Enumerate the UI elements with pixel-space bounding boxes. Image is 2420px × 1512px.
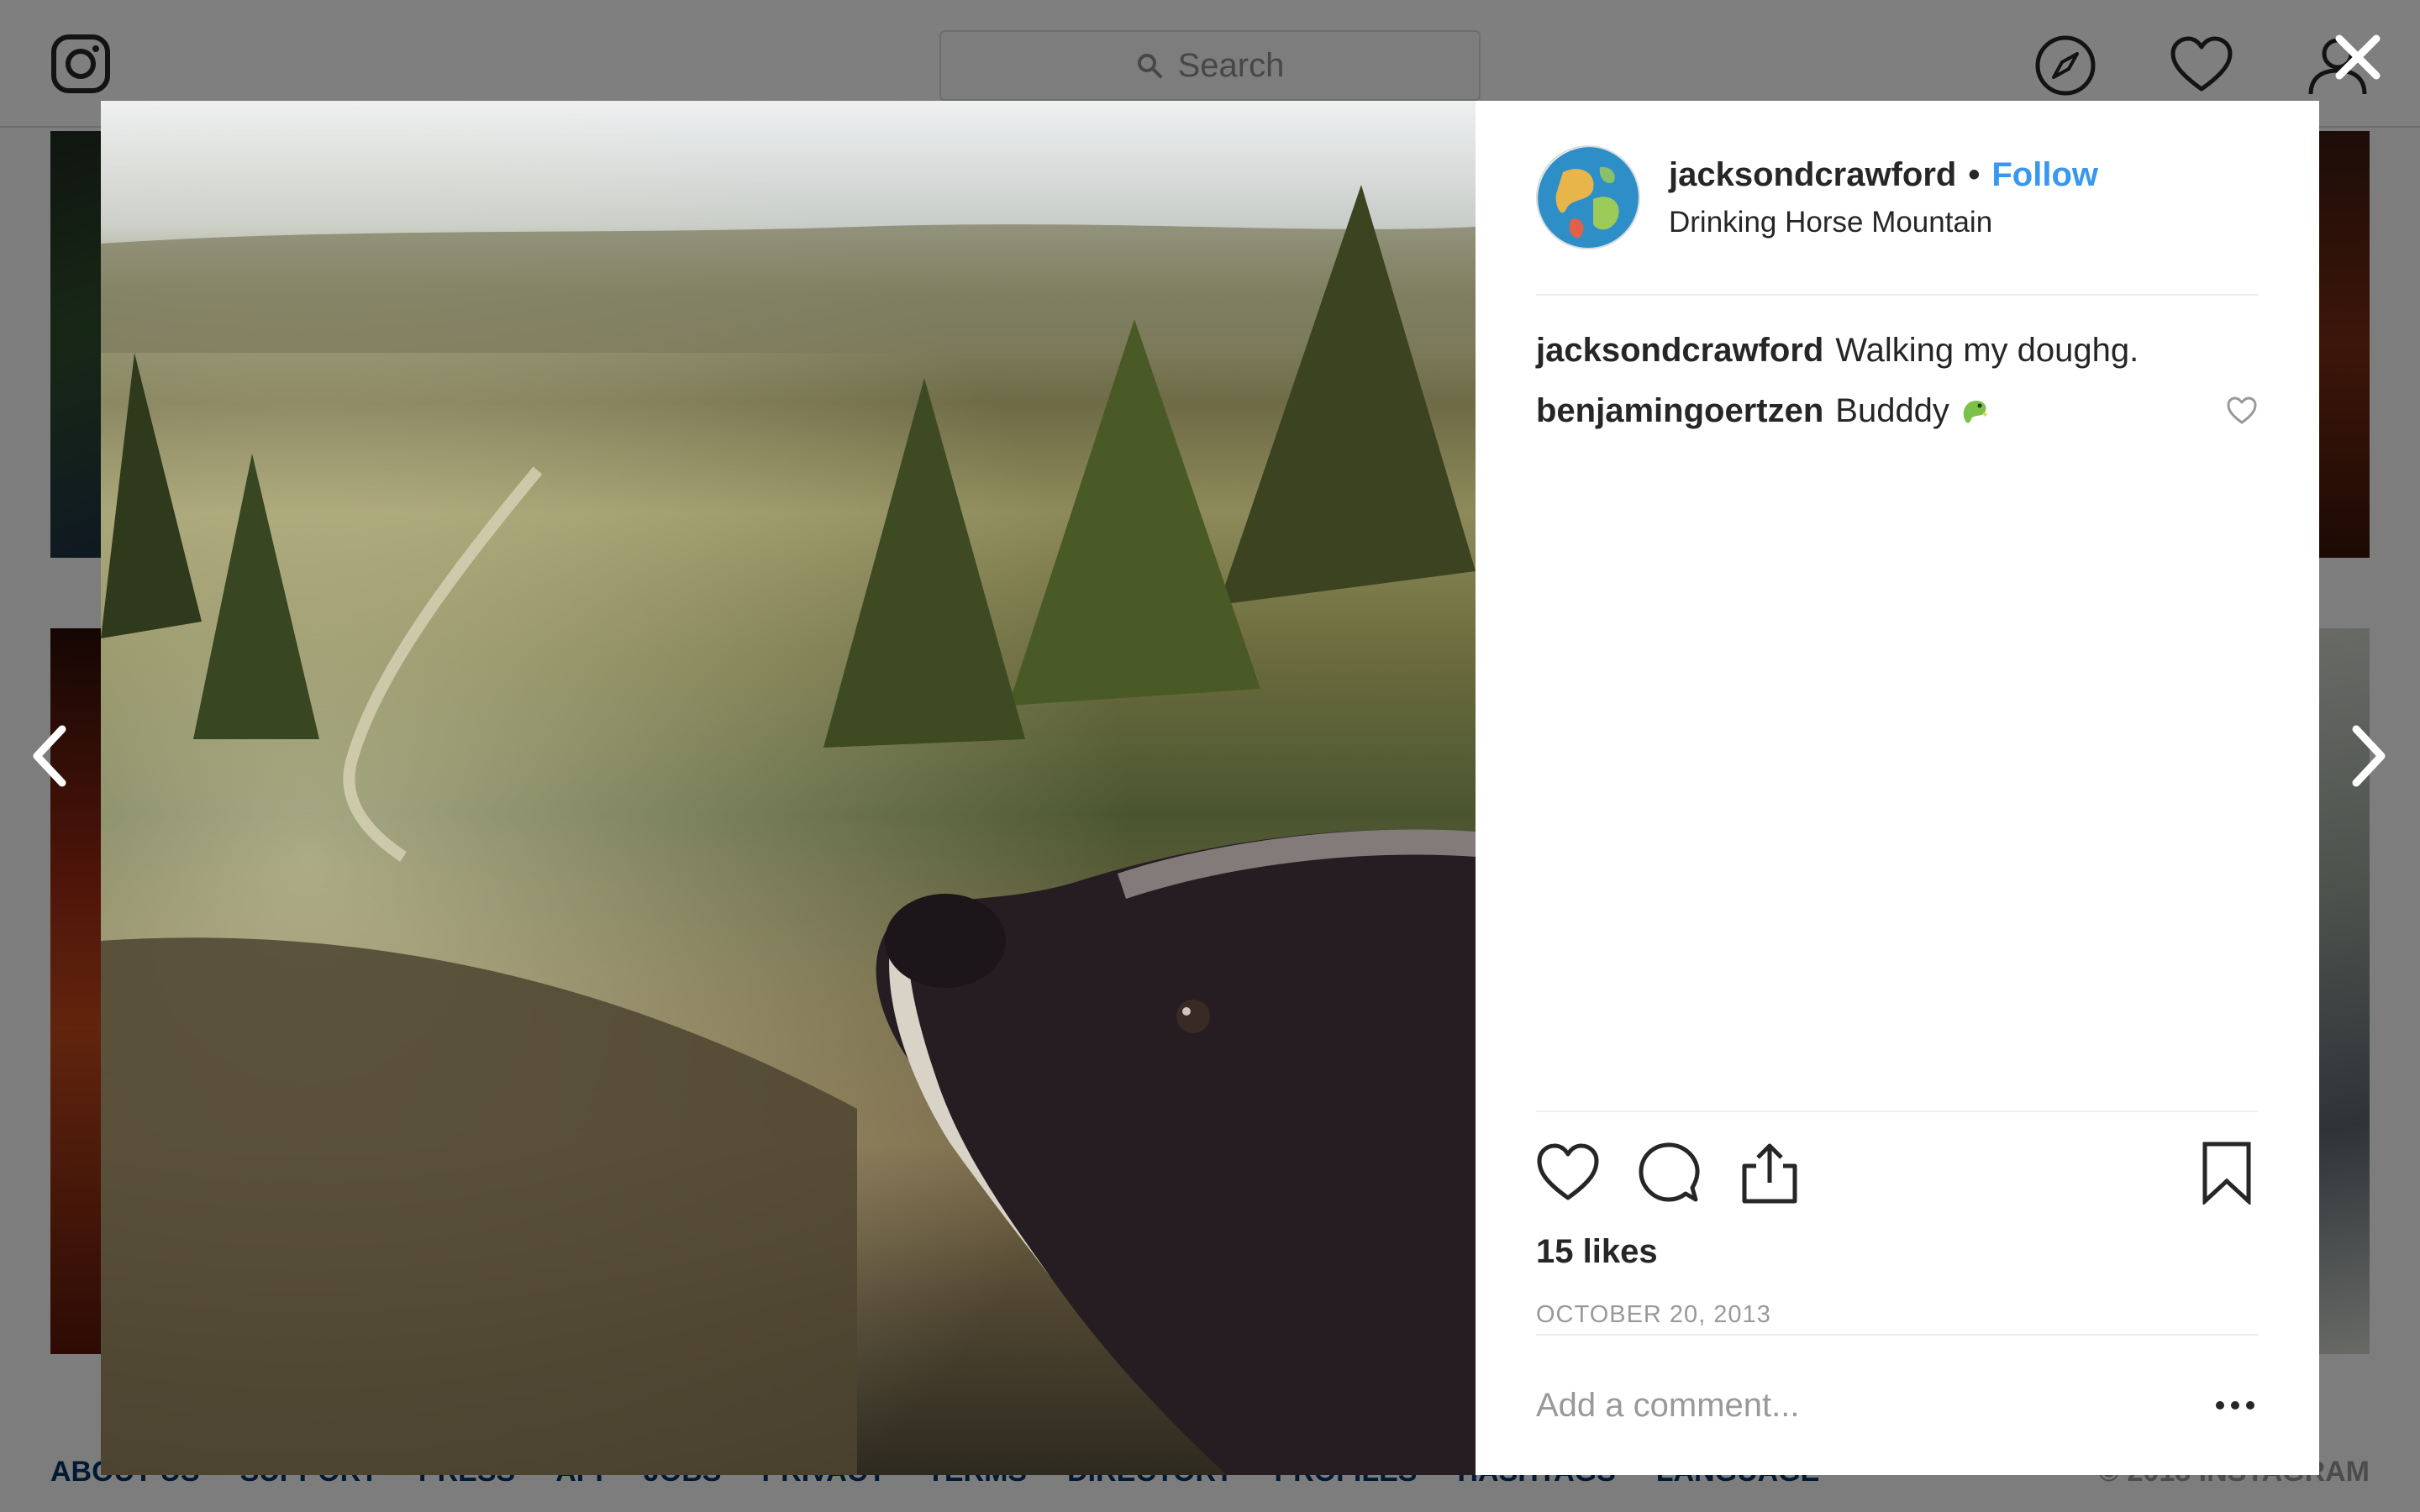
- post-location[interactable]: Drinking Horse Mountain: [1669, 206, 2098, 239]
- action-icon-row: [1536, 1137, 2259, 1208]
- chevron-left-icon[interactable]: [25, 722, 76, 790]
- more-horizontal-icon[interactable]: [2212, 1389, 2259, 1422]
- comment-text: Walking my doughg.: [1835, 332, 2139, 369]
- like-count[interactable]: 15 likes: [1536, 1233, 2259, 1271]
- follow-button[interactable]: Follow: [1991, 156, 2098, 194]
- bookmark-icon[interactable]: [2195, 1141, 2259, 1205]
- comment-username[interactable]: benjamingoertzen: [1536, 388, 1823, 433]
- heart-icon[interactable]: [1536, 1141, 1600, 1205]
- close-icon[interactable]: [2331, 30, 2385, 84]
- comment-bubble-icon[interactable]: [1637, 1141, 1701, 1205]
- caption-comment: jacksondcrawford Walking my doughg.: [1536, 328, 2259, 373]
- post-sidebar: jacksondcrawford • Follow Drinking Horse…: [1476, 101, 2319, 1475]
- dragon-emoji-icon: [1963, 401, 1988, 423]
- post-header: jacksondcrawford • Follow Drinking Horse…: [1536, 101, 2259, 296]
- globe-avatar-icon: [1538, 147, 1639, 248]
- post-photo[interactable]: [101, 101, 1476, 1475]
- post-header-text: jacksondcrawford • Follow Drinking Horse…: [1669, 156, 2098, 239]
- comment-form: [1536, 1334, 2259, 1475]
- comment-username[interactable]: jacksondcrawford: [1536, 328, 1823, 373]
- separator-dot: •: [1968, 155, 1981, 193]
- list-item: benjamingoertzen Budddy: [1536, 388, 2259, 433]
- comment-input[interactable]: [1536, 1386, 2212, 1425]
- post-username[interactable]: jacksondcrawford: [1669, 156, 1956, 194]
- post-photo-image: [101, 101, 1476, 1475]
- heart-icon[interactable]: [2225, 394, 2259, 428]
- post-date: OCTOBER 20, 2013: [1536, 1301, 1771, 1328]
- chevron-right-icon[interactable]: [2343, 722, 2393, 790]
- post-actions: 15 likes OCTOBER 20, 2013: [1536, 1110, 2259, 1329]
- avatar[interactable]: [1536, 145, 1640, 249]
- user-row: jacksondcrawford • Follow: [1669, 156, 2098, 194]
- share-icon[interactable]: [1738, 1141, 1802, 1205]
- post-modal: jacksondcrawford • Follow Drinking Horse…: [101, 101, 2319, 1475]
- comment-text: Budddy: [1835, 392, 1949, 429]
- comments-list: jacksondcrawford Walking my doughg. benj…: [1536, 328, 2259, 449]
